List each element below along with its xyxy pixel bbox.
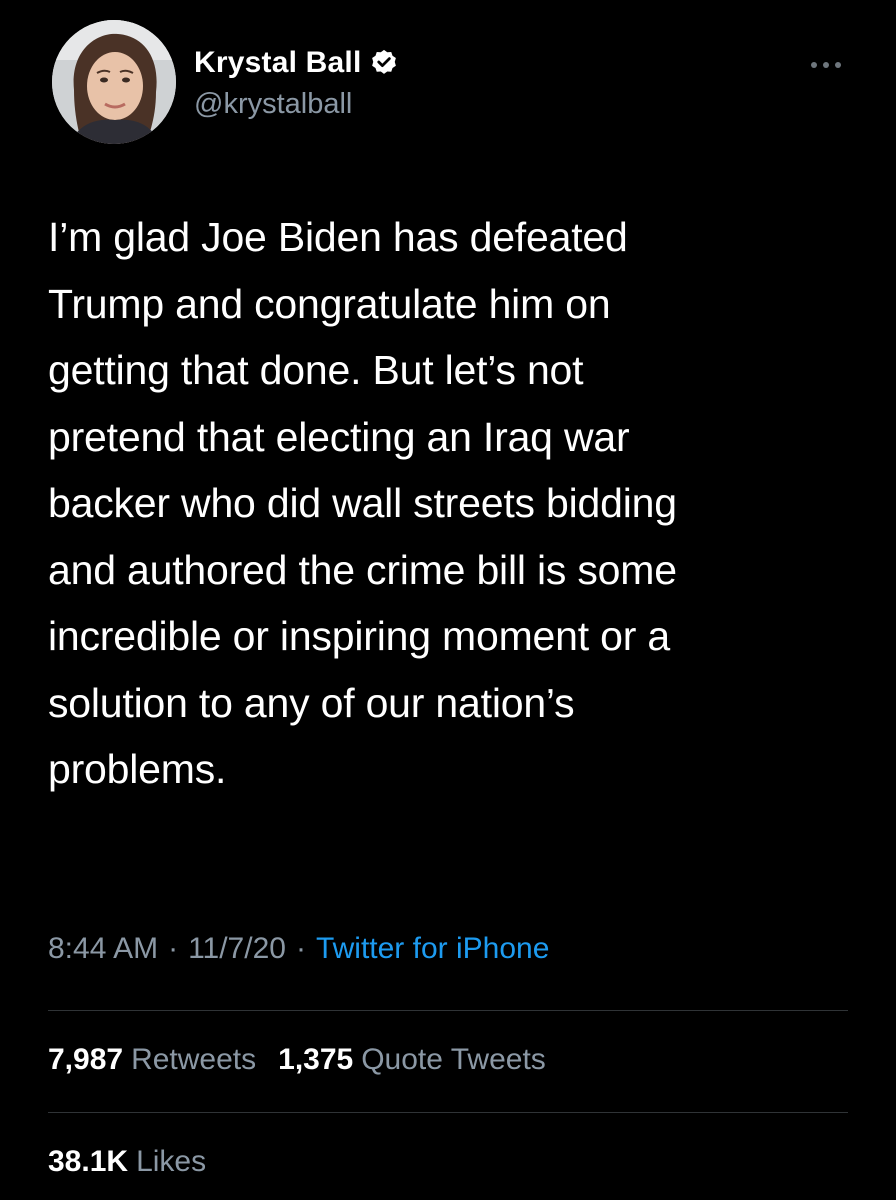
quote-tweets-label: Quote Tweets <box>361 1043 546 1076</box>
tweet-detail: Krystal Ball @krystalball I’m glad Joe B… <box>0 0 896 1200</box>
likes-count: 38.1K <box>48 1145 129 1178</box>
tweet-source-link[interactable]: Twitter for iPhone <box>316 932 549 966</box>
author-name-row: Krystal Ball <box>194 46 399 80</box>
profile-photo <box>52 20 176 144</box>
meta-separator: · <box>295 932 306 965</box>
divider <box>48 1010 848 1011</box>
retweets-count: 7,987 <box>48 1043 124 1076</box>
tweet-date[interactable]: 11/7/20 <box>188 932 286 966</box>
quote-tweets-stat[interactable]: 1,375 Quote Tweets <box>278 1043 546 1077</box>
likes-stats-row: 38.1K Likes <box>48 1145 206 1179</box>
display-name[interactable]: Krystal Ball <box>194 46 361 80</box>
more-options-icon[interactable] <box>806 58 846 70</box>
share-stats-row: 7,987 Retweets 1,375 Quote Tweets <box>48 1043 546 1077</box>
handle[interactable]: @krystalball <box>194 88 352 121</box>
tweet-text: I’m glad Joe Biden has defeated Trump an… <box>48 214 677 792</box>
divider <box>48 1112 848 1113</box>
tweet-meta: 8:44 AM · 11/7/20 · Twitter for iPhone <box>48 932 549 966</box>
avatar[interactable] <box>52 20 176 144</box>
retweets-stat[interactable]: 7,987 Retweets <box>48 1043 256 1077</box>
tweet-time[interactable]: 8:44 AM <box>48 932 158 966</box>
quote-tweets-count: 1,375 <box>278 1043 354 1076</box>
meta-separator: · <box>168 932 179 965</box>
retweets-label: Retweets <box>131 1043 257 1076</box>
likes-stat[interactable]: 38.1K Likes <box>48 1145 206 1179</box>
verified-badge-icon <box>369 48 399 78</box>
likes-label: Likes <box>136 1145 207 1178</box>
